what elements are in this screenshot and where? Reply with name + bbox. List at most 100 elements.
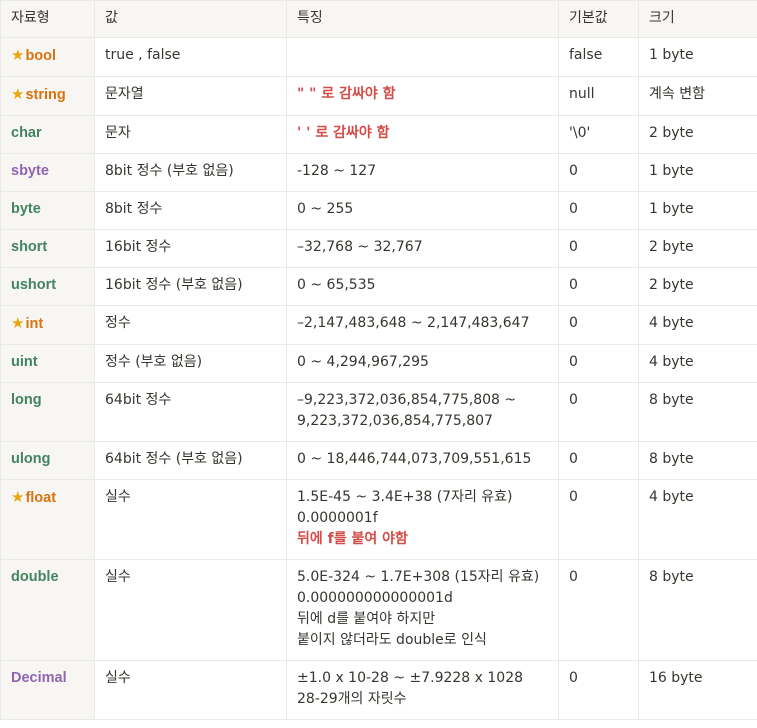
default-cell: 0 xyxy=(558,559,639,661)
feature-line: 9,223,372,036,854,775,807 xyxy=(297,413,493,429)
default-cell: 0 xyxy=(558,305,639,345)
features-cell: 5.0E-324 ~ 1.7E+308 (15자리 유효) 0.000000000… xyxy=(286,559,559,661)
type-cell: short xyxy=(0,229,95,268)
header-type: 자료형 xyxy=(0,0,95,38)
value-cell: 실수 xyxy=(94,479,287,560)
value-cell: 64bit 정수 (부호 없음) xyxy=(94,441,287,480)
table-row: byte 8bit 정수 0 ~ 255 0 1 byte xyxy=(0,191,757,230)
value-cell: true , false xyxy=(94,37,287,77)
type-cell: ★string xyxy=(0,76,95,116)
type-name: short xyxy=(11,239,48,255)
table-row: ★float 실수 1.5E-45 ~ 3.4E+38 (7자리 유효) 0.0000… xyxy=(0,479,757,560)
size-cell: 8 byte xyxy=(638,559,757,661)
default-cell: false xyxy=(558,37,639,77)
type-cell: char xyxy=(0,115,95,154)
features-cell: –32,768 ~ 32,767 xyxy=(286,229,559,268)
type-name: byte xyxy=(11,201,41,217)
type-cell: ★bool xyxy=(0,37,95,77)
default-cell: 0 xyxy=(558,267,639,306)
table-row: ★string 문자열 " " 로 감싸야 함 null 계속 변함 xyxy=(0,76,757,116)
default-cell: 0 xyxy=(558,660,639,720)
data-types-table: 자료형 값 특징 기본값 크기 ★bool true , false false 1 … xyxy=(0,0,757,720)
default-cell: 0 xyxy=(558,344,639,383)
value-cell: 정수 xyxy=(94,305,287,345)
feature-line: ±1.0 x 10-28 ~ ±7.9228 x 1028 xyxy=(297,670,524,686)
default-cell: 0 xyxy=(558,229,639,268)
star-icon: ★ xyxy=(11,314,25,332)
feature-line: –2,147,483,648 ~ 2,147,483,647 xyxy=(297,315,530,331)
size-cell: 1 byte xyxy=(638,153,757,192)
default-cell: 0 xyxy=(558,479,639,560)
type-name: Decimal xyxy=(11,670,67,686)
feature-line: 0.000000000000001d xyxy=(297,590,453,606)
value-cell: 16bit 정수 (부호 없음) xyxy=(94,267,287,306)
size-cell: 1 byte xyxy=(638,191,757,230)
type-name: double xyxy=(11,569,59,585)
table-row: short 16bit 정수 –32,768 ~ 32,767 0 2 byte xyxy=(0,229,757,268)
header-default: 기본값 xyxy=(558,0,639,38)
size-cell: 2 byte xyxy=(638,115,757,154)
features-cell: ' ' 로 감싸야 함 xyxy=(286,115,559,154)
size-cell: 2 byte xyxy=(638,267,757,306)
feature-line: 뒤에 d를 붙여야 하지만 xyxy=(297,611,436,627)
type-cell: long xyxy=(0,382,95,442)
default-cell: 0 xyxy=(558,441,639,480)
size-cell: 8 byte xyxy=(638,382,757,442)
type-cell: uint xyxy=(0,344,95,383)
features-cell: –2,147,483,648 ~ 2,147,483,647 xyxy=(286,305,559,345)
value-cell: 정수 (부호 없음) xyxy=(94,344,287,383)
type-name: bool xyxy=(25,48,57,64)
feature-line: 0 ~ 18,446,744,073,709,551,615 xyxy=(297,451,532,467)
value-cell: 실수 xyxy=(94,660,287,720)
value-cell: 16bit 정수 xyxy=(94,229,287,268)
value-cell: 실수 xyxy=(94,559,287,661)
table-row: ★int 정수 –2,147,483,648 ~ 2,147,483,647 0 4 b… xyxy=(0,305,757,345)
type-cell: sbyte xyxy=(0,153,95,192)
features-cell: –9,223,372,036,854,775,808 ~ 9,223,372,03… xyxy=(286,382,559,442)
size-cell: 16 byte xyxy=(638,660,757,720)
table-row: uint 정수 (부호 없음) 0 ~ 4,294,967,295 0 4 byte xyxy=(0,344,757,383)
feature-line: 0 ~ 4,294,967,295 xyxy=(297,354,429,370)
features-cell: 0 ~ 4,294,967,295 xyxy=(286,344,559,383)
star-icon: ★ xyxy=(11,488,25,506)
table-row: double 실수 5.0E-324 ~ 1.7E+308 (15자리 유효) 0.0… xyxy=(0,559,757,661)
feature-line: –9,223,372,036,854,775,808 ~ xyxy=(297,392,517,408)
feature-line: ' ' 로 감싸야 함 xyxy=(297,125,390,141)
features-cell: -128 ~ 127 xyxy=(286,153,559,192)
features-cell: 0 ~ 255 xyxy=(286,191,559,230)
default-cell: '\0' xyxy=(558,115,639,154)
table-header: 자료형 값 특징 기본값 크기 xyxy=(0,0,757,38)
feature-line: 28-29개의 자릿수 xyxy=(297,691,407,707)
header-features: 특징 xyxy=(286,0,559,38)
value-cell: 문자 xyxy=(94,115,287,154)
value-cell: 64bit 정수 xyxy=(94,382,287,442)
feature-line: 0 ~ 255 xyxy=(297,201,354,217)
feature-line: " " 로 감싸야 함 xyxy=(297,86,396,102)
type-name: string xyxy=(25,87,66,103)
feature-line: 붙이지 않더라도 double로 인식 xyxy=(297,632,487,648)
table-row: Decimal 실수 ±1.0 x 10-28 ~ ±7.9228 x 1028 28… xyxy=(0,660,757,720)
table-row: long 64bit 정수 –9,223,372,036,854,775,808 ~… xyxy=(0,382,757,442)
feature-line: –32,768 ~ 32,767 xyxy=(297,239,423,255)
feature-line: 0 ~ 65,535 xyxy=(297,277,376,293)
header-value: 값 xyxy=(94,0,287,38)
value-cell: 8bit 정수 (부호 없음) xyxy=(94,153,287,192)
features-cell: ±1.0 x 10-28 ~ ±7.9228 x 1028 28-29개의 자릿수 xyxy=(286,660,559,720)
size-cell: 2 byte xyxy=(638,229,757,268)
feature-line: 0.0000001f xyxy=(297,510,378,526)
default-cell: null xyxy=(558,76,639,116)
type-cell: ushort xyxy=(0,267,95,306)
table-body: ★bool true , false false 1 byte ★string 문자열 " … xyxy=(0,37,757,720)
size-cell: 8 byte xyxy=(638,441,757,480)
type-cell: ulong xyxy=(0,441,95,480)
default-cell: 0 xyxy=(558,153,639,192)
value-cell: 문자열 xyxy=(94,76,287,116)
features-cell: 1.5E-45 ~ 3.4E+38 (7자리 유효) 0.0000001f 뒤에 f… xyxy=(286,479,559,560)
size-cell: 4 byte xyxy=(638,479,757,560)
type-name: sbyte xyxy=(11,163,49,179)
value-cell: 8bit 정수 xyxy=(94,191,287,230)
size-cell: 4 byte xyxy=(638,305,757,345)
table-row: char 문자 ' ' 로 감싸야 함 '\0' 2 byte xyxy=(0,115,757,154)
star-icon: ★ xyxy=(11,85,25,103)
header-size: 크기 xyxy=(638,0,757,38)
